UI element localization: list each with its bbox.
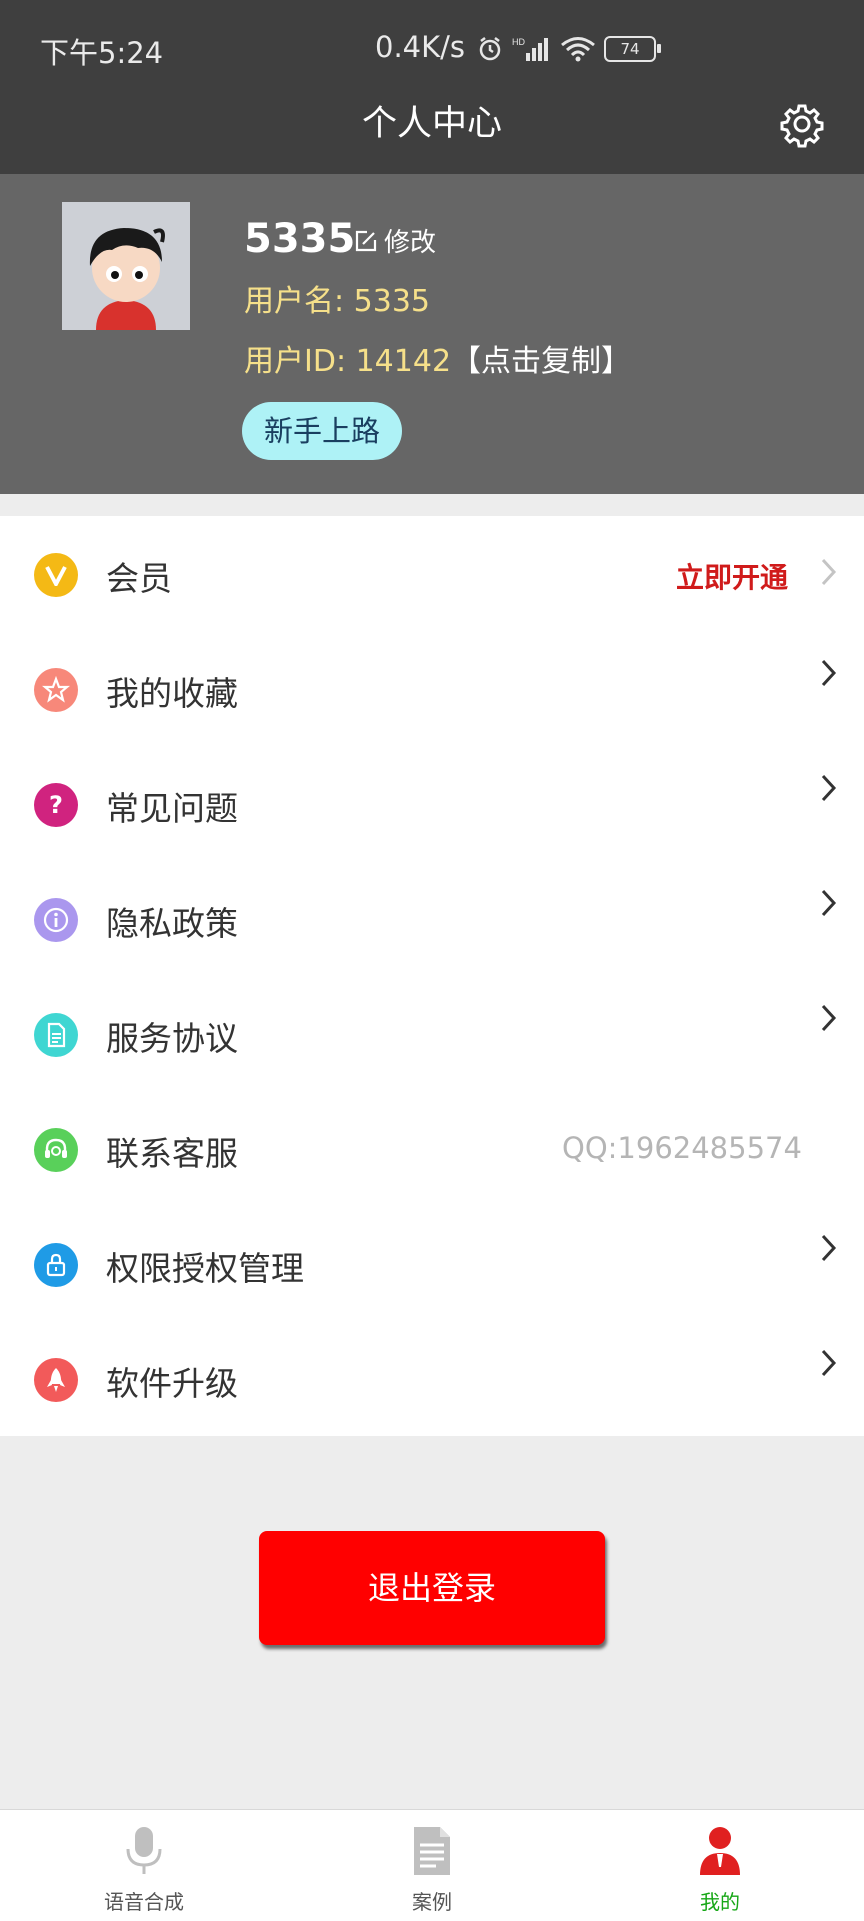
signal-icon: HD (512, 37, 548, 61)
microphone-icon (126, 1827, 162, 1874)
menu-list: 会员 立即开通 我的收藏 ? 常见问题 隐私政策 服务协议 联系客服 QQ:19… (0, 516, 864, 1436)
status-icons: HD 74 (476, 32, 661, 66)
menu-item-label: 权限授权管理 (106, 1249, 304, 1288)
level-badge[interactable]: 新手上路 (242, 402, 403, 460)
tab-mine[interactable]: 我的 (620, 1810, 820, 1921)
rocket-icon (34, 1358, 78, 1402)
menu-item-agreement[interactable]: 服务协议 (0, 976, 864, 1091)
user-id: 用户ID: 14142 (244, 344, 452, 379)
edit-label: 修改 (384, 228, 437, 258)
chevron-right-icon (821, 1004, 837, 1032)
username: 用户名: 5335 (244, 284, 430, 319)
chevron-right-icon (821, 774, 837, 802)
chevron-right-icon (821, 1349, 837, 1377)
menu-item-label: 联系客服 (106, 1134, 238, 1173)
profile-section: 5335 修改 用户名: 5335 用户ID: 14142【点击复制】 新手上路 (0, 174, 864, 494)
menu-item-favorites[interactable]: 我的收藏 (0, 631, 864, 746)
document-icon (414, 1827, 450, 1875)
gear-icon[interactable] (778, 100, 826, 148)
network-speed: 0.4K/s (375, 30, 466, 64)
menu-item-privacy[interactable]: 隐私政策 (0, 861, 864, 976)
menu-item-support[interactable]: 联系客服 QQ:1962485574 (0, 1091, 864, 1206)
question-icon: ? (34, 783, 78, 827)
menu-item-label: 服务协议 (106, 1019, 238, 1058)
info-icon (34, 898, 78, 942)
edit-nickname-button[interactable]: 修改 (354, 222, 436, 259)
bottom-tab-bar: 语音合成 案例 我的 (0, 1809, 864, 1921)
page-title: 个人中心 (361, 104, 502, 144)
menu-item-label: 我的收藏 (106, 674, 238, 713)
status-time: 下午5:24 (40, 36, 164, 70)
menu-item-label: 软件升级 (106, 1364, 238, 1403)
alarm-icon (479, 37, 501, 61)
user-icon (700, 1827, 740, 1875)
copy-id-button[interactable]: 【点击复制】 (451, 344, 631, 379)
lock-icon (34, 1243, 78, 1287)
headset-icon (34, 1128, 78, 1172)
title-bar: 个人中心 (0, 100, 864, 174)
document-icon (34, 1013, 78, 1057)
status-bar: 下午5:24 0.4K/s HD 74 (0, 0, 864, 100)
support-qq: QQ:1962485574 (562, 1131, 802, 1165)
menu-item-label: 会员 (106, 559, 172, 598)
chevron-right-icon (821, 1234, 837, 1262)
menu-item-upgrade[interactable]: 软件升级 (0, 1321, 864, 1436)
user-id-row[interactable]: 用户ID: 14142【点击复制】 (244, 336, 631, 380)
menu-item-faq[interactable]: ? 常见问题 (0, 746, 864, 861)
tab-cases[interactable]: 案例 (332, 1810, 532, 1921)
vip-icon (34, 553, 78, 597)
chevron-right-icon (821, 558, 837, 586)
avatar-image (62, 202, 190, 330)
svg-text:HD: HD (512, 37, 525, 47)
edit-icon (355, 230, 377, 251)
tab-label: 我的 (700, 1890, 740, 1914)
tab-label: 语音合成 (104, 1890, 184, 1914)
profile-nickname: 5335 (244, 216, 356, 262)
menu-item-label: 常见问题 (106, 789, 238, 828)
menu-item-vip[interactable]: 会员 立即开通 (0, 516, 864, 631)
tab-label: 案例 (412, 1890, 452, 1914)
chevron-right-icon (821, 659, 837, 687)
logout-button[interactable]: 退出登录 (259, 1531, 605, 1645)
menu-item-permissions[interactable]: 权限授权管理 (0, 1206, 864, 1321)
menu-item-label: 隐私政策 (106, 904, 238, 943)
battery-level: 74 (620, 40, 640, 58)
vip-open-link[interactable]: 立即开通 (676, 556, 788, 596)
avatar[interactable] (62, 202, 190, 330)
star-icon (34, 668, 78, 712)
chevron-right-icon (821, 889, 837, 917)
wifi-icon (561, 37, 595, 62)
battery-icon: 74 (604, 36, 661, 62)
tab-voice-synthesis[interactable]: 语音合成 (44, 1810, 244, 1921)
